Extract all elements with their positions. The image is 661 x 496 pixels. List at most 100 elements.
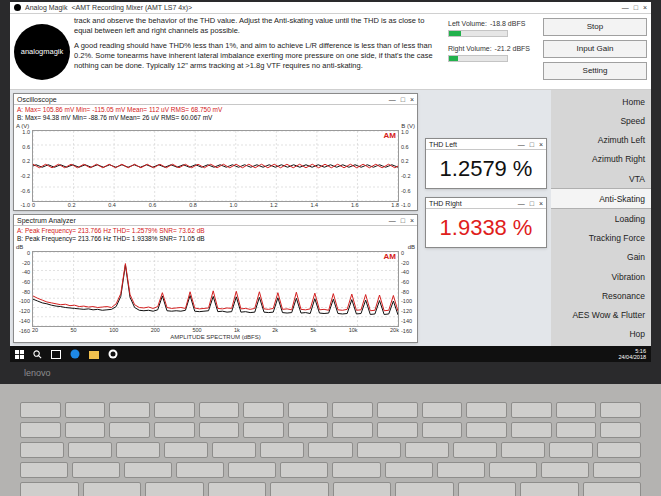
key[interactable] [280,462,328,478]
key[interactable] [72,462,120,478]
key[interactable] [332,402,373,418]
key[interactable] [109,422,150,438]
key[interactable] [308,442,352,458]
app-icon[interactable] [108,349,118,359]
key[interactable] [164,442,208,458]
nav-item[interactable]: AES Wow & Flutter [551,306,651,325]
action-button[interactable]: Setting [543,62,647,80]
key[interactable] [511,402,552,418]
key[interactable] [437,462,485,478]
action-button[interactable]: Input Gain [543,40,647,58]
key[interactable] [243,402,284,418]
key[interactable] [466,422,507,438]
window-control-button[interactable]: × [410,217,414,224]
key[interactable] [288,402,329,418]
chart-window[interactable]: Oscilloscope—□×A: Max= 105.86 mV Min= -1… [13,93,418,211]
action-button[interactable]: Stop [543,18,647,36]
key[interactable] [109,402,150,418]
nav-item[interactable]: Resonance [551,286,651,305]
app-titlebar[interactable]: Analog Magik<AMT Recording Mixer (AMT LS… [10,2,651,14]
key[interactable] [260,442,304,458]
window-control-button[interactable]: × [539,200,543,207]
window-control-button[interactable]: — [518,141,525,148]
window-control-button[interactable]: — [389,96,396,103]
key[interactable] [124,462,172,478]
key[interactable] [20,422,61,438]
window-control-button[interactable]: — [389,217,396,224]
key[interactable] [20,442,64,458]
key[interactable] [65,402,106,418]
key[interactable] [385,462,433,478]
search-icon[interactable] [33,350,42,359]
key[interactable] [395,482,454,496]
key[interactable] [154,422,195,438]
key[interactable] [20,402,61,418]
key[interactable] [489,462,537,478]
window-control-button[interactable]: □ [530,200,534,207]
key[interactable] [541,462,589,478]
window-titlebar[interactable]: THD Right—□× [426,198,546,209]
key[interactable] [377,422,418,438]
key[interactable] [20,482,79,496]
nav-item[interactable]: Azimuth Right [551,150,651,169]
key[interactable] [199,402,240,418]
nav-item[interactable]: Anti-Skating [551,188,651,209]
windows-icon[interactable] [15,350,24,359]
window-control-button[interactable]: × [643,4,647,11]
task-view-icon[interactable] [51,350,61,359]
key[interactable] [243,422,284,438]
key[interactable] [145,482,204,496]
window-control-button[interactable]: □ [401,96,405,103]
key[interactable] [556,422,597,438]
key[interactable] [208,482,267,496]
window-titlebar[interactable]: Oscilloscope—□× [14,94,417,105]
window-control-button[interactable]: — [518,200,525,207]
nav-item[interactable]: Hop [551,325,651,344]
key[interactable] [270,482,329,496]
key[interactable] [520,482,579,496]
key[interactable] [466,402,507,418]
clock[interactable]: 5:1624/04/2018 [618,348,646,360]
key[interactable] [212,442,256,458]
chart-window[interactable]: Spectrum Analyzer—□×A: Peak Frequency= 2… [13,214,418,343]
key[interactable] [357,442,401,458]
key[interactable] [288,422,329,438]
window-control-button[interactable]: □ [634,4,638,11]
nav-item[interactable]: Gain [551,248,651,267]
key[interactable] [199,422,240,438]
window-control-button[interactable]: × [410,96,414,103]
window-control-button[interactable]: — [622,4,629,11]
window-titlebar[interactable]: Spectrum Analyzer—□× [14,215,417,226]
key[interactable] [593,462,641,478]
key[interactable] [422,422,463,438]
key[interactable] [583,482,642,496]
thd-window[interactable]: THD Right—□×1.9338% [425,197,547,248]
folder-icon[interactable] [89,350,99,359]
key[interactable] [501,442,545,458]
key[interactable] [332,422,373,438]
key[interactable] [549,442,593,458]
nav-item[interactable]: VTA [551,169,651,188]
key[interactable] [405,442,449,458]
nav-item[interactable]: Tracking Force [551,229,651,248]
key[interactable] [20,462,68,478]
key[interactable] [154,402,195,418]
key[interactable] [377,402,418,418]
key[interactable] [458,482,517,496]
key[interactable] [83,482,142,496]
nav-item[interactable]: Home [551,92,651,111]
window-control-button[interactable]: × [539,141,543,148]
key[interactable] [511,422,552,438]
key[interactable] [228,462,276,478]
key[interactable] [600,402,641,418]
nav-item[interactable]: Loading [551,209,651,228]
window-control-button[interactable]: □ [401,217,405,224]
key[interactable] [422,402,463,418]
key[interactable] [333,482,392,496]
key[interactable] [556,402,597,418]
key[interactable] [453,442,497,458]
window-titlebar[interactable]: THD Left—□× [426,139,546,150]
key[interactable] [600,422,641,438]
key[interactable] [597,442,641,458]
key[interactable] [176,462,224,478]
